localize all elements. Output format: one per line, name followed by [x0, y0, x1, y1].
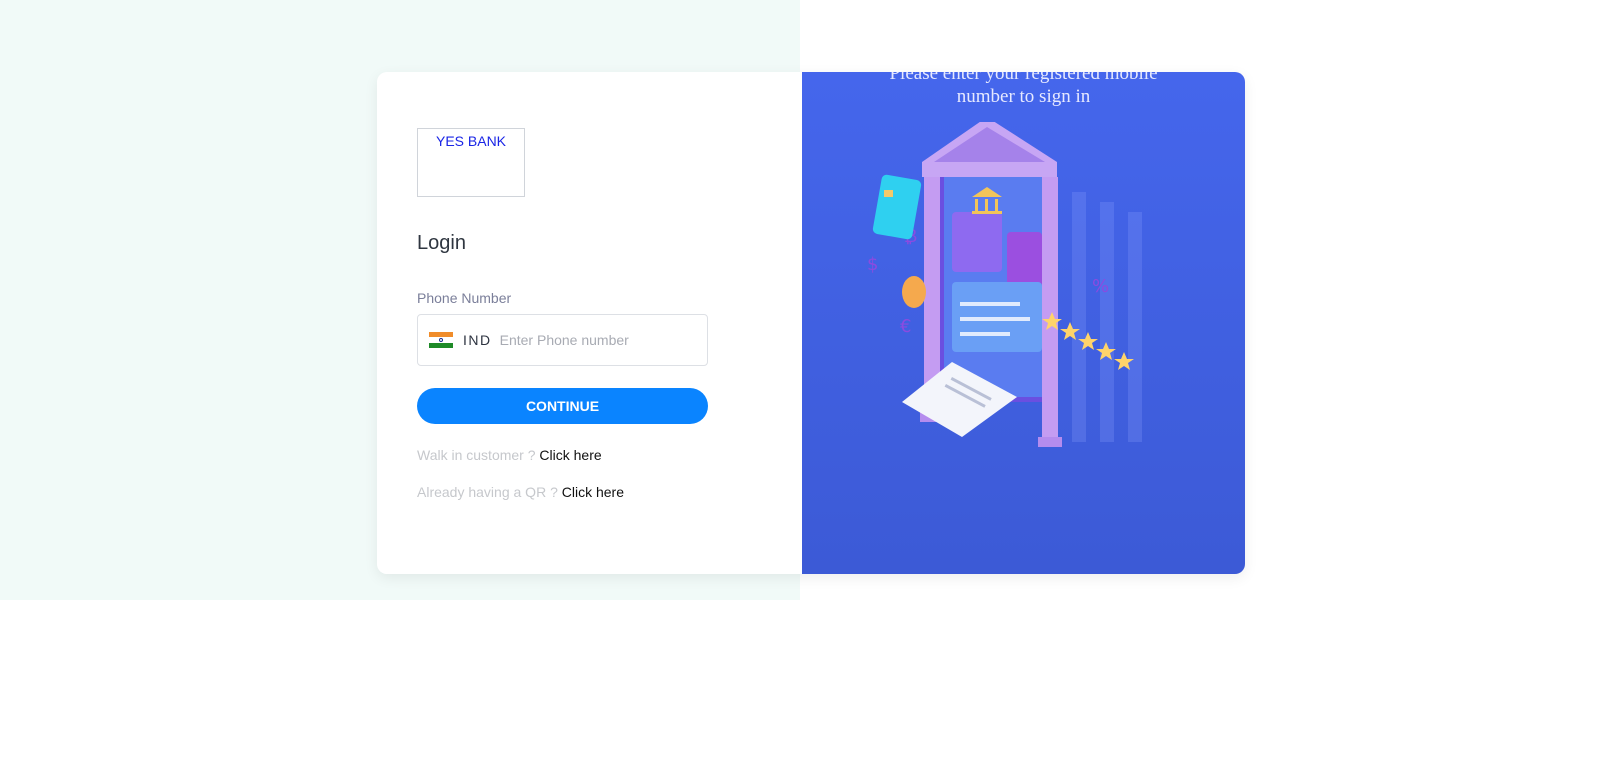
- bank-logo-text: YES BANK: [435, 133, 507, 149]
- promo-panel: Please enter your registered mobile numb…: [802, 72, 1245, 574]
- promo-caption: Please enter your registered mobile numb…: [889, 72, 1158, 107]
- india-flag-icon: [429, 332, 453, 348]
- svg-text:$: $: [867, 254, 878, 275]
- phone-number-label: Phone Number: [417, 290, 512, 306]
- phone-input[interactable]: [497, 331, 692, 349]
- svg-text:€: €: [900, 316, 911, 337]
- continue-button[interactable]: CONTINUE: [417, 388, 708, 424]
- walkin-customer-row: Walk in customer ? Click here: [417, 447, 602, 463]
- qr-row: Already having a QR ? Click here: [417, 484, 624, 500]
- login-card: YES BANK Login Phone Number IND CONTINUE…: [377, 72, 1245, 574]
- phone-field: IND: [417, 314, 708, 366]
- bank-illustration-icon: $ € ₿ %: [867, 122, 1142, 447]
- walkin-prompt: Walk in customer ?: [417, 447, 536, 463]
- qr-prompt: Already having a QR ?: [417, 484, 558, 500]
- bank-logo: YES BANK: [417, 128, 525, 197]
- svg-text:%: %: [1092, 276, 1109, 297]
- login-panel: YES BANK Login Phone Number IND CONTINUE…: [377, 72, 802, 574]
- qr-click-here-link[interactable]: Click here: [562, 484, 624, 500]
- walkin-click-here-link[interactable]: Click here: [539, 447, 601, 463]
- page-title: Login: [417, 232, 466, 254]
- country-code[interactable]: IND: [463, 332, 492, 348]
